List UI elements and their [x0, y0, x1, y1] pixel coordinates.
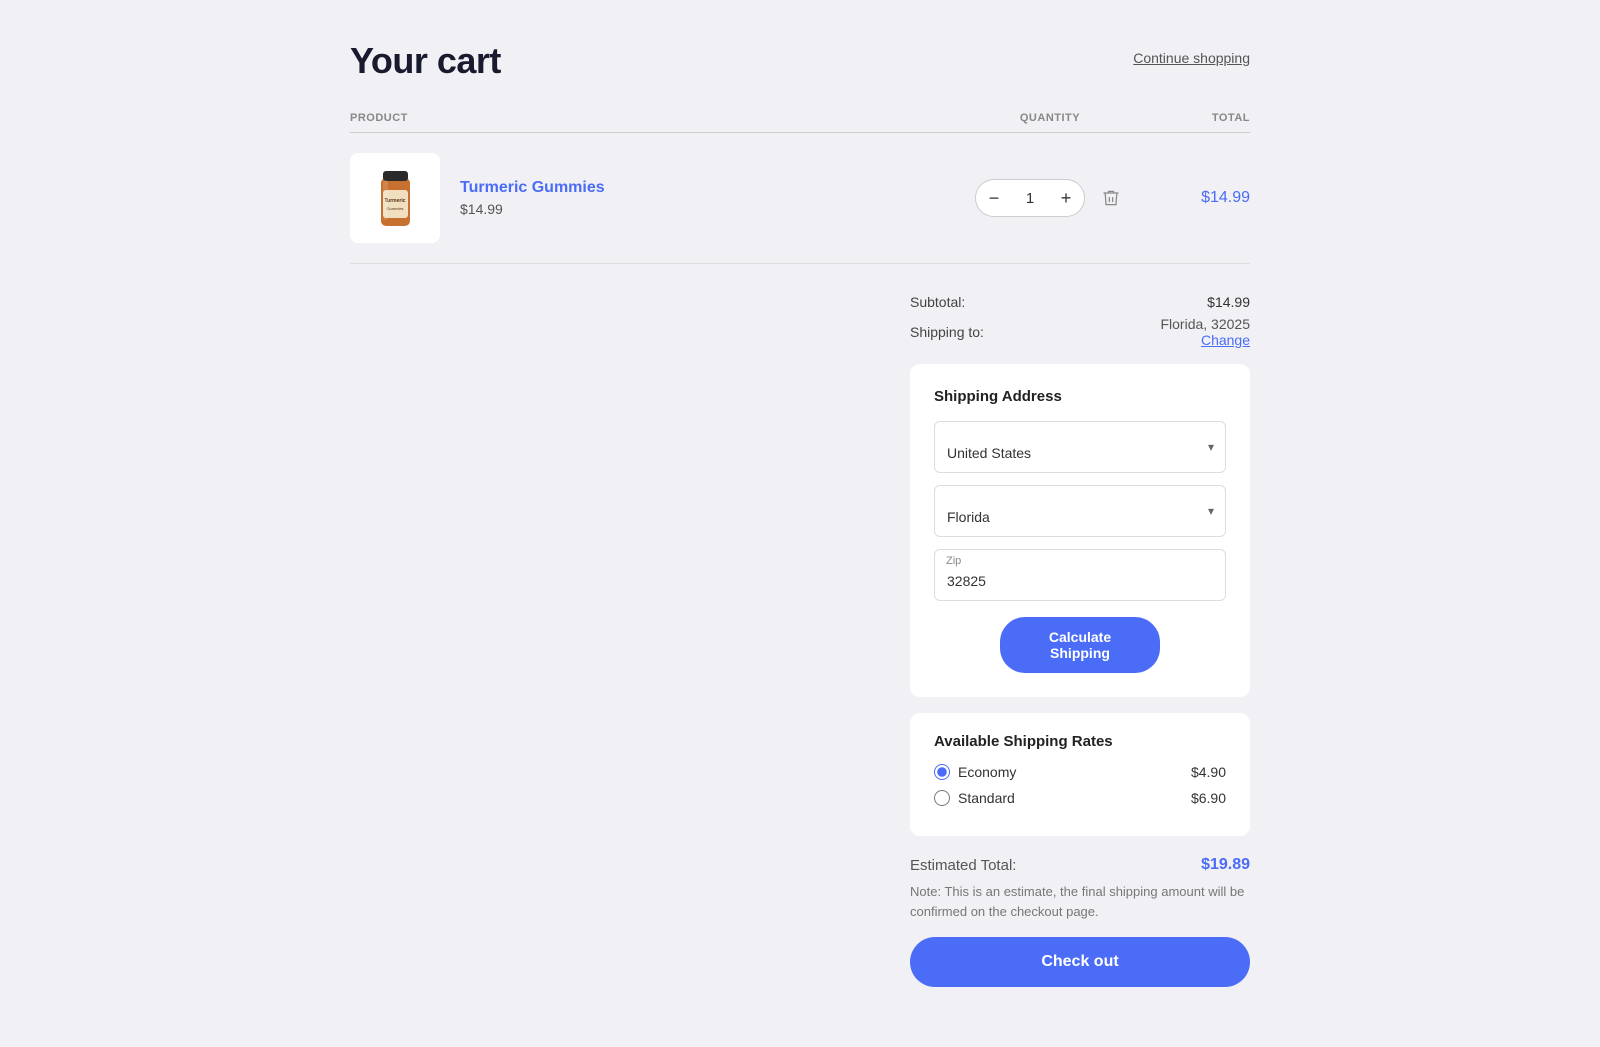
checkout-button[interactable]: Check out — [910, 937, 1250, 987]
col-total-header: TOTAL — [1150, 112, 1250, 124]
standard-label[interactable]: Standard — [958, 790, 1015, 806]
shipping-rates-title: Available Shipping Rates — [934, 733, 1226, 750]
product-image: Turmeric Gummies — [350, 153, 440, 243]
subtotal-value: $14.99 — [1207, 294, 1250, 310]
quantity-decrease-button[interactable]: − — [976, 180, 1012, 216]
economy-radio[interactable] — [934, 764, 950, 780]
standard-radio[interactable] — [934, 790, 950, 806]
continue-shopping-link[interactable]: Continue shopping — [1133, 50, 1250, 66]
product-info: Turmeric Gummies $14.99 — [460, 179, 605, 217]
shipping-location: Florida, 32025 — [1160, 316, 1250, 332]
shipping-info: Florida, 32025 Change — [1160, 316, 1250, 348]
col-quantity-header: QUANTITY — [950, 112, 1150, 124]
estimated-label: Estimated Total: — [910, 857, 1016, 874]
cart-wrapper: Your cart Continue shopping PRODUCT QUAN… — [330, 0, 1270, 1047]
quantity-controls: − 1 + — [975, 179, 1085, 217]
calculate-shipping-button[interactable]: Calculate Shipping — [1000, 617, 1160, 673]
subtotal-label: Subtotal: — [910, 294, 965, 310]
page-container: Your cart Continue shopping PRODUCT QUAN… — [0, 0, 1600, 1047]
svg-text:Gummies: Gummies — [386, 206, 403, 211]
estimate-note: Note: This is an estimate, the final shi… — [910, 882, 1250, 921]
state-group: State AlabamaAlaskaArizonaArkansas Calif… — [934, 485, 1226, 537]
product-image-svg: Turmeric Gummies — [363, 158, 428, 238]
country-group: Country United States Canada Mexico Unit… — [934, 421, 1226, 473]
economy-price: $4.90 — [1191, 764, 1226, 780]
zip-input[interactable] — [934, 549, 1226, 601]
state-select-wrapper: AlabamaAlaskaArizonaArkansas CaliforniaC… — [934, 485, 1226, 537]
rate-economy-left: Economy — [934, 764, 1016, 780]
zip-group: Zip — [934, 549, 1226, 601]
page-title: Your cart — [350, 40, 501, 82]
quantity-section: − 1 + — [950, 179, 1150, 217]
estimated-total-section: Estimated Total: $19.89 Note: This is an… — [910, 856, 1250, 987]
country-select[interactable]: United States Canada Mexico United Kingd… — [934, 421, 1226, 473]
total-section: $14.99 — [1150, 189, 1250, 207]
shipping-address-title: Shipping Address — [934, 388, 1226, 405]
economy-label[interactable]: Economy — [958, 764, 1016, 780]
product-name: Turmeric Gummies — [460, 179, 605, 197]
shipping-label: Shipping to: — [910, 324, 984, 340]
cart-item-row: Turmeric Gummies Turmeric Gummies $14.99… — [350, 133, 1250, 264]
product-price: $14.99 — [460, 201, 605, 217]
shipping-row: Shipping to: Florida, 32025 Change — [910, 316, 1250, 348]
shipping-address-card: Shipping Address Country United States C… — [910, 364, 1250, 697]
zip-label: Zip — [946, 555, 961, 567]
subtotal-row: Subtotal: $14.99 — [910, 294, 1250, 310]
change-shipping-link[interactable]: Change — [1201, 332, 1250, 348]
standard-price: $6.90 — [1191, 790, 1226, 806]
country-select-wrapper: United States Canada Mexico United Kingd… — [934, 421, 1226, 473]
summary-box: Subtotal: $14.99 Shipping to: Florida, 3… — [910, 294, 1250, 987]
estimated-row: Estimated Total: $19.89 — [910, 856, 1250, 874]
item-total: $14.99 — [1201, 189, 1250, 206]
quantity-increase-button[interactable]: + — [1048, 180, 1084, 216]
estimated-value: $19.89 — [1201, 856, 1250, 874]
shipping-rates-section: Available Shipping Rates Economy $4.90 S… — [910, 713, 1250, 836]
cart-columns: PRODUCT QUANTITY TOTAL — [350, 112, 1250, 133]
col-product-header: PRODUCT — [350, 112, 950, 124]
trash-icon — [1101, 188, 1121, 208]
summary-section: Subtotal: $14.99 Shipping to: Florida, 3… — [350, 294, 1250, 987]
delete-item-button[interactable] — [1097, 184, 1125, 212]
state-select[interactable]: AlabamaAlaskaArizonaArkansas CaliforniaC… — [934, 485, 1226, 537]
cart-header: Your cart Continue shopping — [350, 40, 1250, 82]
quantity-value: 1 — [1012, 190, 1048, 207]
rate-economy-row: Economy $4.90 — [934, 764, 1226, 780]
rate-standard-row: Standard $6.90 — [934, 790, 1226, 806]
product-section: Turmeric Gummies Turmeric Gummies $14.99 — [350, 153, 950, 243]
rate-standard-left: Standard — [934, 790, 1015, 806]
